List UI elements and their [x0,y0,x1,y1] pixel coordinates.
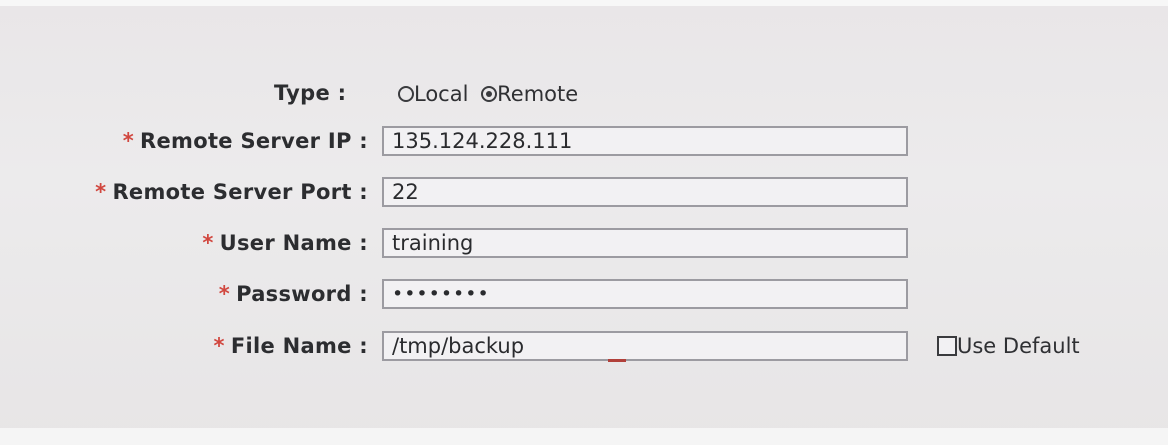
required-marker: * [213,334,225,358]
remote-server-ip-input[interactable]: 135.124.228.111 [382,126,908,156]
password-input[interactable]: •••••••• [382,279,908,309]
type-radio-group: Local Remote [398,74,578,114]
remote-radio[interactable] [481,86,498,102]
required-marker: * [122,129,135,153]
remote-radio-label[interactable]: Remote [497,82,578,106]
text-cursor-indicator [608,359,626,362]
panel-bottom-edge [0,428,1168,445]
remote-server-ip-label: * Remote Server IP : [122,129,368,153]
local-radio-label[interactable]: Local [414,82,468,106]
remote-server-port-row: * Remote Server Port : 22 [0,172,1168,212]
file-name-label: * File Name : [213,334,368,358]
user-name-label: * User Name : [202,231,368,255]
remote-server-ip-row: * Remote Server IP : 135.124.228.111 [0,121,1168,161]
file-name-input[interactable]: /tmp/backup [382,331,908,361]
user-name-input[interactable]: training [382,228,908,258]
required-marker: * [202,231,214,255]
use-default-checkbox[interactable] [937,336,957,356]
required-marker: * [95,180,107,204]
password-label: * Password : [218,282,368,306]
password-row: * Password : •••••••• [0,274,1168,314]
backup-settings-panel: Type : Local Remote * Remote Server IP : … [0,0,1168,445]
remote-server-port-label: * Remote Server Port : [95,180,368,204]
local-radio[interactable] [398,86,414,102]
type-label: Type : [274,81,347,105]
file-name-row: * File Name : /tmp/backup Use Default [0,326,1168,366]
user-name-row: * User Name : training [0,223,1168,263]
panel-top-edge [0,0,1168,6]
use-default-label[interactable]: Use Default [957,334,1080,358]
remote-server-port-input[interactable]: 22 [382,177,908,207]
required-marker: * [218,282,231,306]
use-default-option[interactable]: Use Default [937,326,1080,366]
